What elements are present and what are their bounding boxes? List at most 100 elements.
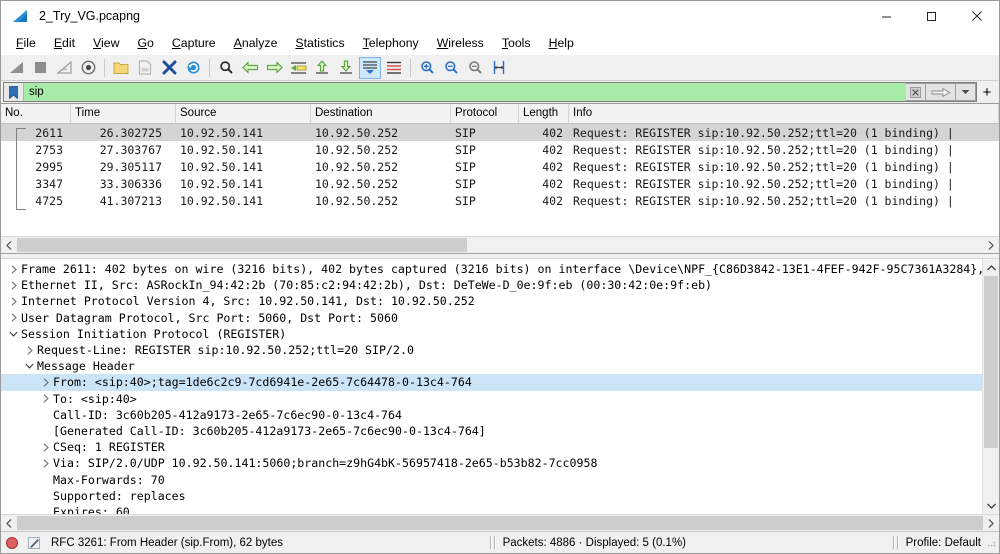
column-header-time[interactable]: Time [71,104,176,123]
detail-tree-row[interactable]: To: <sip:40> [1,391,982,407]
minimize-button[interactable] [864,1,909,31]
zoom-out-icon[interactable] [440,57,462,79]
hscroll-right-arrow-icon[interactable] [983,237,999,253]
menu-edit[interactable]: Edit [45,34,84,52]
colorize-packets-icon[interactable] [383,57,405,79]
filter-history-chevron-icon[interactable] [956,83,976,101]
auto-scroll-icon[interactable] [359,56,381,79]
reload-file-icon[interactable] [182,57,204,79]
packet-cell-length: 402 [542,159,563,174]
vscroll-up-arrow-icon[interactable] [983,259,999,276]
vscroll-down-arrow-icon[interactable] [983,497,999,514]
menu-file[interactable]: File [7,34,45,52]
hscroll-track[interactable] [17,237,983,253]
close-file-icon[interactable] [158,57,180,79]
hscroll-thumb[interactable] [17,238,467,252]
display-filter-input[interactable] [24,82,906,102]
chevron-right-icon[interactable] [23,345,36,355]
packet-list-row[interactable]: 2753 27.303767 10.92.50.141 10.92.50.252 SIP… [1,141,999,158]
menu-analyze[interactable]: Analyze [225,34,287,52]
detail-tree-row[interactable]: From: <sip:40>;tag=1de6c2c9-7cd6941e-2e6… [1,374,982,391]
menu-go[interactable]: Go [128,34,162,52]
detail-tree-row[interactable]: Internet Protocol Version 4, Src: 10.92.… [1,293,982,309]
menu-tools[interactable]: Tools [493,34,540,52]
column-header-info[interactable]: Info [569,104,999,123]
vscroll-thumb[interactable] [984,276,998,448]
capture-options-icon[interactable] [77,57,99,79]
menu-wireless[interactable]: Wireless [428,34,493,52]
status-profile[interactable]: Profile: Default [906,537,981,549]
menu-telephony[interactable]: Telephony [354,34,428,52]
details-hscroll-track[interactable] [17,515,983,531]
normal-size-icon[interactable] [464,57,486,79]
chevron-down-icon[interactable] [23,363,36,370]
column-header-length[interactable]: Length [519,104,569,123]
close-button[interactable] [954,1,999,31]
maximize-button[interactable] [909,1,954,31]
packet-list-row[interactable]: 3347 33.306336 10.92.50.141 10.92.50.252 SIP… [1,175,999,192]
chevron-right-icon[interactable] [7,281,20,290]
go-first-packet-icon[interactable] [311,57,333,79]
packet-list-row[interactable]: 4725 41.307213 10.92.50.141 10.92.50.252 SIP… [1,192,999,209]
go-to-packet-icon[interactable] [287,57,309,79]
menu-statistics[interactable]: Statistics [286,34,353,52]
column-header-protocol[interactable]: Protocol [451,104,519,123]
details-hscroll-left-arrow-icon[interactable] [1,515,17,531]
vscroll-track[interactable] [983,276,999,497]
detail-tree-row[interactable]: CSeq: 1 REGISTER [1,439,982,455]
save-file-icon[interactable] [134,57,156,79]
menu-view[interactable]: View [84,34,128,52]
zoom-in-icon[interactable] [416,57,438,79]
chevron-right-icon[interactable] [39,443,52,452]
chevron-right-icon[interactable] [39,378,52,387]
go-last-packet-icon[interactable] [335,57,357,79]
detail-tree-row[interactable]: Request-Line: REGISTER sip:10.92.50.252;… [1,342,982,358]
bookmark-icon[interactable] [4,83,24,101]
menu-help[interactable]: Help [540,34,583,52]
go-back-icon[interactable] [239,57,261,79]
detail-tree-row[interactable]: Ethernet II, Src: ASRockIn_94:42:2b (70:… [1,277,982,293]
packet-details-vscrollbar[interactable] [982,259,999,514]
column-header-destination[interactable]: Destination [311,104,451,123]
detail-tree-row[interactable]: Max-Forwards: 70 [1,471,982,487]
detail-tree-row[interactable]: Supported: replaces [1,488,982,504]
chevron-right-icon[interactable] [39,459,52,468]
restart-capture-icon[interactable] [53,57,75,79]
detail-tree-row[interactable]: Session Initiation Protocol (REGISTER) [1,326,982,342]
detail-tree-row[interactable]: Frame 2611: 402 bytes on wire (3216 bits… [1,261,982,277]
detail-tree-row[interactable]: Expires: 60 [1,504,982,514]
find-packet-icon[interactable] [215,57,237,79]
detail-tree-row[interactable]: Call-ID: 3c60b205-412a9173-2e65-7c6ec90-… [1,407,982,423]
resize-columns-icon[interactable] [488,57,510,79]
chevron-right-icon[interactable] [7,297,20,306]
column-header-source[interactable]: Source [176,104,311,123]
go-forward-icon[interactable] [263,57,285,79]
apply-filter-arrow-icon[interactable] [926,83,956,101]
window-resize-grip[interactable] [985,536,999,550]
chevron-down-icon[interactable] [7,331,20,337]
open-file-icon[interactable] [110,57,132,79]
packet-list-hscrollbar[interactable] [1,236,999,253]
packet-list-row[interactable]: 2611 26.302725 10.92.50.141 10.92.50.252 SIP… [1,124,999,141]
details-hscroll-thumb[interactable] [17,516,983,530]
column-header-no[interactable]: No. [1,104,71,123]
expert-info-error-icon[interactable] [1,536,23,549]
chevron-right-icon[interactable] [7,264,20,274]
clear-filter-icon[interactable] [906,83,926,101]
packet-list-row[interactable]: 2995 29.305117 10.92.50.141 10.92.50.252 SIP… [1,158,999,175]
menu-capture[interactable]: Capture [163,34,225,52]
display-filter-input-container[interactable] [3,82,977,102]
chevron-right-icon[interactable] [7,313,20,322]
chevron-right-icon[interactable] [39,394,52,403]
capture-file-properties-icon[interactable] [23,536,45,550]
packet-details-hscrollbar[interactable] [1,514,999,531]
detail-tree-row[interactable]: User Datagram Protocol, Src Port: 5060, … [1,310,982,326]
detail-tree-row[interactable]: Message Header [1,358,982,374]
detail-tree-row[interactable]: [Generated Call-ID: 3c60b205-412a9173-2e… [1,423,982,439]
detail-tree-row[interactable]: Via: SIP/2.0/UDP 10.92.50.141:5060;branc… [1,455,982,471]
start-capture-icon[interactable] [5,57,27,79]
hscroll-left-arrow-icon[interactable] [1,237,17,253]
stop-capture-icon[interactable] [29,57,51,79]
add-filter-button-icon[interactable]: + [977,82,997,102]
details-hscroll-right-arrow-icon[interactable] [983,515,999,531]
